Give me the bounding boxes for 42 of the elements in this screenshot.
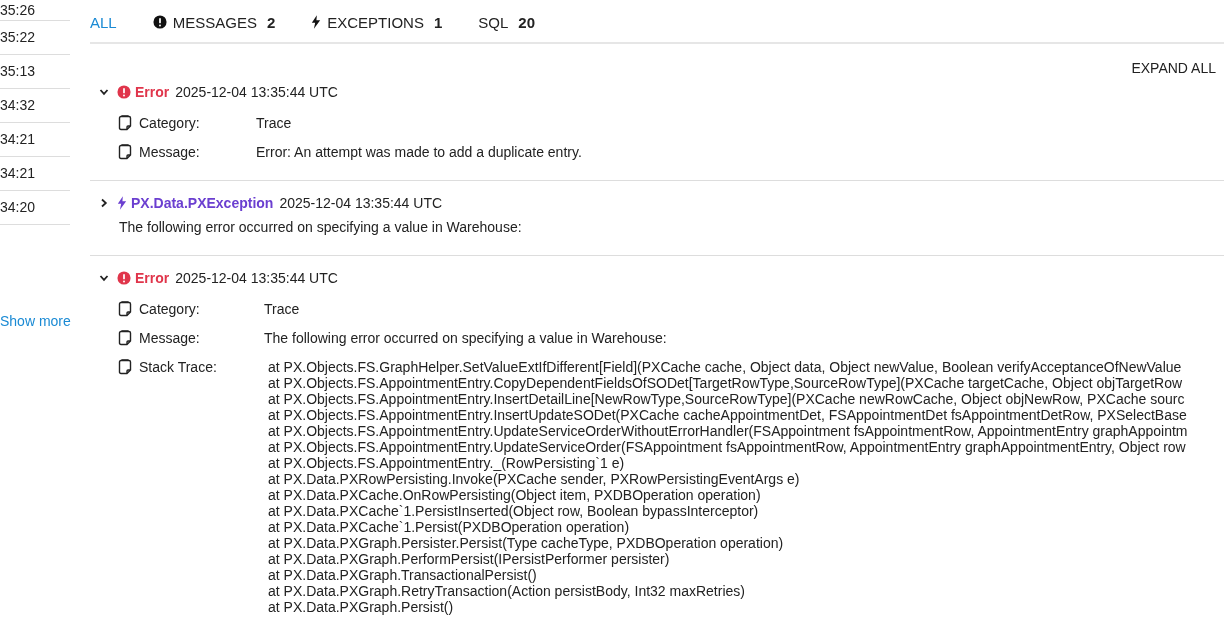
chevron-down-icon[interactable]: [99, 87, 109, 97]
filter-tab[interactable]: EXCEPTIONS 1: [311, 13, 443, 31]
field-value: The following error occurred on specifying a value in Warehouse:: [264, 330, 667, 346]
document-icon: [118, 144, 132, 160]
log-time[interactable]: 35:22: [0, 29, 36, 45]
field-value: Trace: [264, 301, 300, 317]
entry-type: Error: [135, 84, 170, 100]
document-icon: [118, 330, 132, 346]
field-label: Stack Trace:: [139, 359, 218, 375]
entry-type: Error: [135, 270, 170, 286]
entry-type: PX.Data.PXException: [131, 195, 274, 211]
log-time[interactable]: 34:20: [0, 199, 36, 215]
log-time[interactable]: 35:26: [0, 2, 36, 18]
document-icon: [118, 359, 132, 375]
document-icon: [118, 115, 132, 131]
field-value: Trace: [256, 115, 292, 131]
field-label: Category:: [139, 115, 201, 131]
log-time[interactable]: 34:32: [0, 97, 36, 113]
entry-time: 2025-12-04 13:35:44 UTC: [279, 195, 443, 211]
field-value: Error: An attempt was made to add a duplicate entry.: [256, 144, 582, 160]
log-time[interactable]: 35:13: [0, 63, 36, 79]
error-icon: [117, 85, 131, 99]
stack-trace: at PX.Objects.FS.GraphHelper.SetValueExtIfDifferent[Field](PXCache cache, Object data, Object newValue, Boolean verifyAcceptanceOfNewValue at PX.Objects.FS.AppointmentEntry.CopyDependentFieldsOfSODet[TargetRowType,SourceRowType](PXCache targetCache, Object objTargetRow at PX.Objects.FS.AppointmentEntry.InsertDetailLine[NewRowType,SourceRowType](PXCache newRowCache, Object objNewRow, PXCache sourc at PX.Objects.FS.AppointmentEntry.InsertUpdateSODet(PXCache cacheAppointmentDet, FSAppointmentDet fsAppointmentDetRow, PXSelectBase at PX.Objects.FS.AppointmentEntry.UpdateServiceOrderWithoutErrorHandler(FSAppointment fsAppointmentRow, AppointmentEntry graphAppointm at PX.Objects.FS.AppointmentEntry.UpdateServiceOrder(FSAppointment fsAppointmentRow, AppointmentEntry graphAppointmentEntry, Object row at PX.Objects.FS.AppointmentEntry._(RowPersisting`1 e) at PX.Data.PXRowPersisting.Invoke(PXCache sender, PXRowPersistingEventArgs e) at PX.Data.PXCache.OnRowPersisting(Object item, PXDBOperation operation) at PX.Data.PXCache`1.PersistInserted(Object row, Boolean bypassInterceptor) at PX.Data.PXCache`1.Persist(PXDBOperation operation) at PX.Data.PXGraph.Persister.Persist(Type cacheType, PXDBOperation operation) at PX.Data.PXGraph.PerformPersist(IPersistPerformer persister) at PX.Data.PXGraph.TransactionalPersist() at PX.Data.PXGraph.RetryTransaction(Action persistBody, Int32 maxRetries) at PX.Data.PXGraph.Persist(): [267, 359, 1188, 615]
field-label: Message:: [139, 330, 201, 346]
chevron-right-icon[interactable]: [99, 198, 109, 208]
lightning-icon: [311, 15, 322, 29]
filter-tab[interactable]: MESSAGES 2: [152, 13, 276, 31]
entry-time: 2025-12-04 13:35:44 UTC: [175, 84, 338, 100]
field-label: Message:: [139, 144, 201, 160]
field-label: Category:: [139, 301, 201, 317]
chevron-down-icon[interactable]: [99, 273, 109, 283]
filter-tab[interactable]: SQL 20: [478, 13, 535, 31]
log-time[interactable]: 34:21: [0, 131, 36, 147]
show-more-link[interactable]: Show more: [0, 313, 71, 329]
log-time[interactable]: 34:21: [0, 165, 36, 181]
entry-time: 2025-12-04 13:35:44 UTC: [175, 270, 338, 286]
error-icon: [117, 271, 131, 285]
error-icon: [152, 15, 167, 29]
lightning-icon: [117, 196, 127, 210]
filter-tab[interactable]: ALL: [90, 13, 117, 31]
document-icon: [118, 301, 132, 317]
entry-summary: The following error occurred on specifying a value in Warehouse:: [119, 219, 523, 235]
